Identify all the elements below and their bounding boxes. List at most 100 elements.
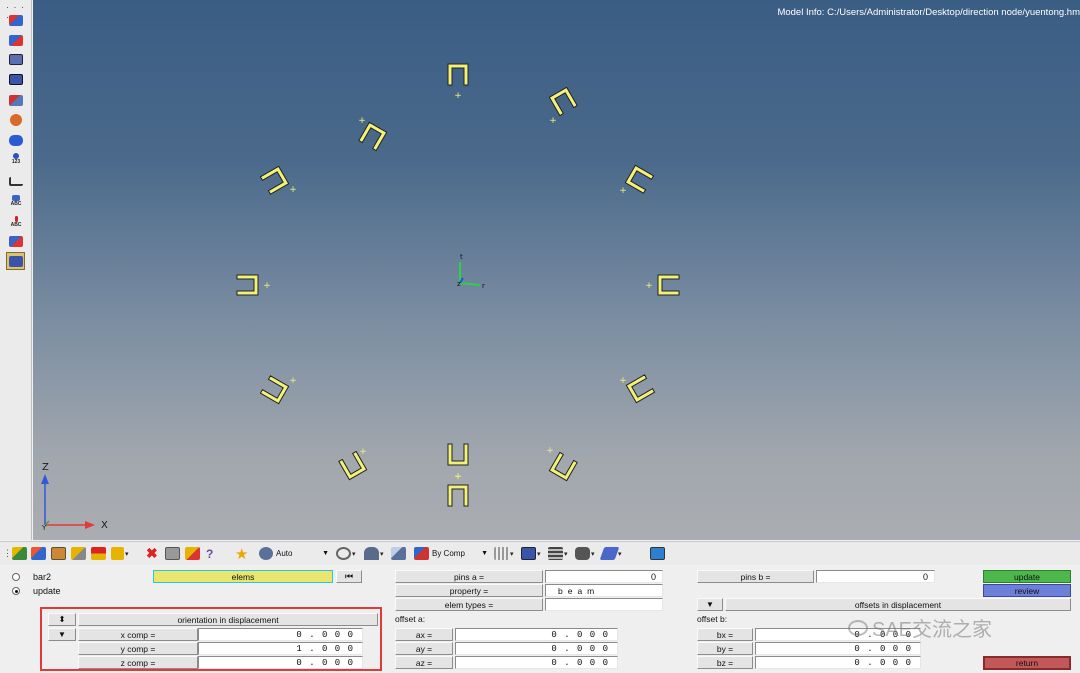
monitor-icon[interactable] <box>650 546 665 561</box>
channel-shape <box>548 451 578 482</box>
update-button[interactable]: update <box>983 570 1071 583</box>
beam-section-4 <box>657 274 680 296</box>
color-mode-icon <box>414 547 429 560</box>
unmask-icon[interactable] <box>7 71 25 87</box>
bz-label: bz = <box>697 656 753 669</box>
ay-field[interactable]: 0 . 0 0 0 <box>455 642 618 655</box>
cube-view-icon[interactable] <box>391 546 406 561</box>
node-marker-4: + <box>645 281 653 291</box>
beam-section-2 <box>548 86 578 117</box>
channel-shape <box>358 121 388 152</box>
numbers-caption: 123 <box>11 159 21 165</box>
color-by-combo-value: By Comp <box>432 549 465 558</box>
offsets-mode-button[interactable]: offsets in displacement <box>725 598 1071 611</box>
beam-section-6 <box>548 451 578 482</box>
node-marker-12: + <box>289 185 297 195</box>
auto-combo[interactable]: Auto ▼ <box>259 545 331 562</box>
color-icon[interactable] <box>31 546 46 561</box>
node-marker-1: + <box>454 91 462 101</box>
bz-field[interactable]: 0 . 0 0 0 <box>755 656 921 669</box>
layers-icon[interactable]: ▾ <box>548 546 568 561</box>
node-marker-13: + <box>358 116 366 126</box>
radio-bar2-label: bar2 <box>33 572 52 582</box>
local-r-axis <box>459 282 481 286</box>
favorites-star-icon[interactable]: ★ <box>235 546 248 563</box>
radio-bar2[interactable]: bar2 <box>12 572 51 582</box>
display-elements-icon[interactable] <box>7 32 25 48</box>
channel-shape <box>447 484 469 507</box>
label-abc-down-caption: ABC <box>10 222 22 228</box>
hypermesh-window: · · · · 123 ABC ABC Model Info: C:/Users… <box>0 0 1080 673</box>
ax-label: ax = <box>395 628 453 641</box>
elem-types-field[interactable] <box>545 598 663 611</box>
feature-display-icon[interactable]: ▾ <box>599 546 622 561</box>
wireframe-icon[interactable]: ▾ <box>494 546 514 561</box>
mask-icon[interactable] <box>7 51 25 67</box>
wechat-icon <box>848 619 868 636</box>
skip-to-start-icon[interactable]: ⏮ <box>336 570 362 583</box>
beam-section-11 <box>236 274 259 296</box>
radio-update[interactable]: update <box>12 586 61 596</box>
entity-state-icon[interactable] <box>165 546 180 561</box>
ax-field[interactable]: 0 . 0 0 0 <box>455 628 618 641</box>
shaded-mesh-icon[interactable]: ▾ <box>521 546 541 561</box>
az-field[interactable]: 0 . 0 0 0 <box>455 656 618 669</box>
global-x-arrow <box>85 521 95 529</box>
node-marker-5: + <box>619 376 627 386</box>
mesh-display-icon[interactable] <box>71 546 86 561</box>
by-label: by = <box>697 642 753 655</box>
edit-label-icon[interactable] <box>7 233 25 249</box>
property-button[interactable]: property = <box>395 584 543 597</box>
offsets-dropdown-icon[interactable]: ▼ <box>697 598 723 611</box>
review-button[interactable]: review <box>983 584 1071 597</box>
local-r-label: r <box>482 282 485 290</box>
left-toolbar: · · · · 123 ABC ABC <box>0 0 32 540</box>
color-by-combo[interactable]: By Comp ▼ <box>414 545 490 562</box>
watermark-text: SAE交流之家 <box>872 619 993 641</box>
spherical-clip-icon[interactable] <box>7 112 25 128</box>
color-by-combo-arrow-icon: ▼ <box>481 550 488 557</box>
distance-icon[interactable] <box>7 173 25 189</box>
pins-a-label: pins a = <box>395 570 543 583</box>
query-icon[interactable]: ? <box>206 546 213 561</box>
model-tree-icon <box>259 547 273 560</box>
shaded-surface-icon[interactable]: ▾ <box>364 546 384 561</box>
horizontal-toolbar: ⋮ ▾ ✖ ? ★ Auto ▼ ▾ ▾ By Comp ▼ ▾ ▾ ▾ ▾ ▾ <box>0 541 1080 565</box>
radio-update-label: update <box>33 586 61 596</box>
binoculars-icon[interactable] <box>7 132 25 148</box>
elem-types-button[interactable]: elem types = <box>395 598 543 611</box>
solid-display-icon[interactable]: ▾ <box>575 546 595 561</box>
pins-b-field[interactable]: 0 <box>816 570 935 583</box>
channel-shape <box>236 274 259 296</box>
channel-shape <box>548 86 578 117</box>
elems-selector-button[interactable]: elems <box>153 570 333 583</box>
tags-icon[interactable] <box>185 546 200 561</box>
beam-section-icon[interactable] <box>6 252 25 270</box>
pins-b-label: pins b = <box>697 570 814 583</box>
component-icon[interactable] <box>7 12 25 28</box>
numbers-icon[interactable]: 123 <box>7 151 25 167</box>
find-icon[interactable] <box>7 92 25 108</box>
label-abc-icon[interactable]: ABC <box>7 193 25 209</box>
channel-shape <box>259 165 290 195</box>
node-marker-10: + <box>289 376 297 386</box>
graphics-icon[interactable]: ▾ <box>336 546 356 561</box>
offset-b-heading: offset b: <box>697 614 728 624</box>
property-field[interactable]: beam <box>545 584 663 597</box>
by-field[interactable]: 0 . 0 0 0 <box>755 642 921 655</box>
beam-section-3 <box>624 164 655 194</box>
return-button[interactable]: return <box>983 656 1071 670</box>
pins-a-field[interactable]: 0 <box>545 570 663 583</box>
radio-update-circle[interactable] <box>12 587 20 595</box>
ay-label: ay = <box>395 642 453 655</box>
organize-icon[interactable]: ▾ <box>111 546 129 561</box>
channel-shape <box>259 375 290 405</box>
component-manager-icon[interactable] <box>12 546 27 561</box>
graphics-viewport[interactable]: Model Info: C:/Users/Administrator/Deskt… <box>33 0 1080 540</box>
radio-bar2-circle[interactable] <box>12 573 20 581</box>
export-icon[interactable] <box>91 546 106 561</box>
toolbar-grip-h[interactable]: ⋮ <box>3 546 12 561</box>
delete-icon[interactable]: ✖ <box>146 545 158 561</box>
label-abc-down-icon[interactable]: ABC <box>7 214 25 230</box>
collector-icon[interactable] <box>51 546 66 561</box>
